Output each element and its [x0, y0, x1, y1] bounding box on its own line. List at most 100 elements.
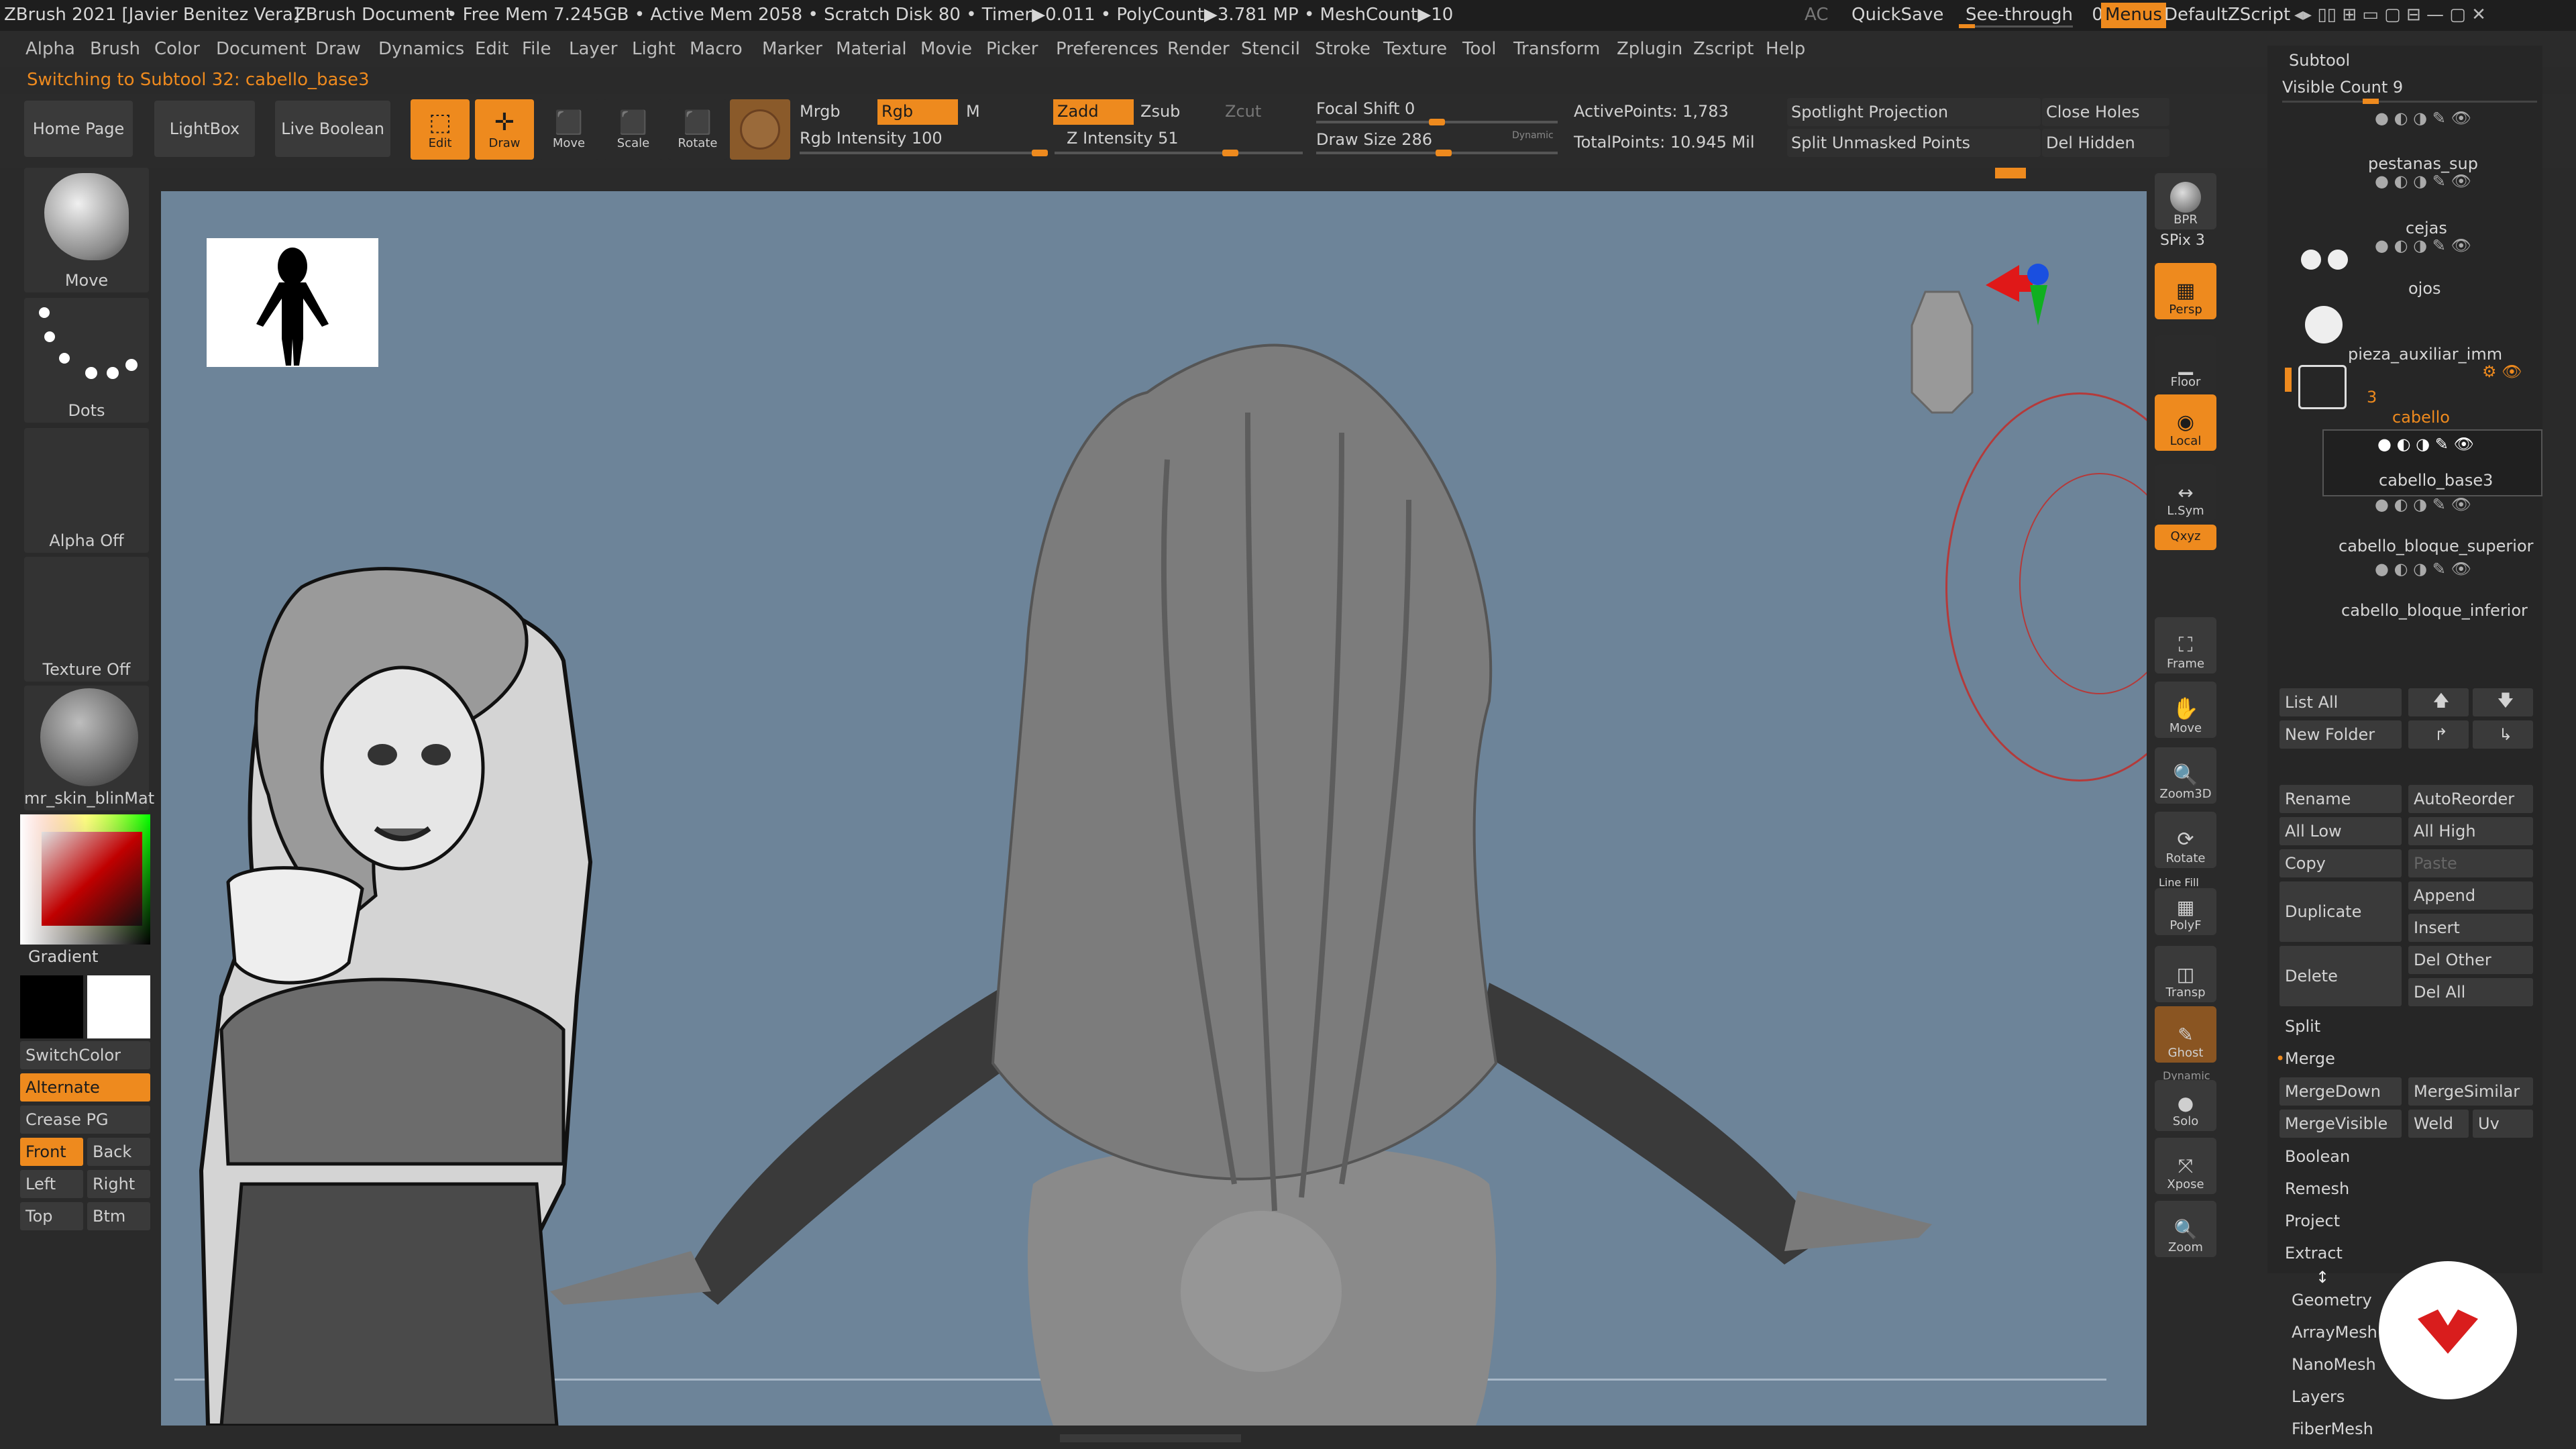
edit-button[interactable]: ⬚ Edit [411, 99, 470, 160]
subtool-item-pieza-auxiliar[interactable]: pieza_auxiliar_imm [2274, 301, 2542, 365]
ac-label[interactable]: AC [1805, 5, 1828, 25]
secondary-color-swatch[interactable] [87, 975, 150, 1038]
menu-preferences[interactable]: Preferences [1056, 39, 1159, 59]
menu-zscript[interactable]: Zscript [1693, 39, 1754, 59]
menu-transform[interactable]: Transform [1513, 39, 1600, 59]
draw-size-slider[interactable] [1316, 150, 1558, 156]
local-button[interactable]: ◉ Local [2155, 394, 2216, 451]
subtool-item-ojos[interactable]: ojos ● ◐ ◑ ✎ 👁 [2274, 236, 2542, 301]
color-picker[interactable] [20, 814, 150, 945]
window-controls-icon[interactable]: ◂▸ ▯▯ ⊞ ▭ ▢ ⊟ — ▢ ✕ [2294, 5, 2486, 25]
material-swatch-button[interactable] [730, 99, 790, 160]
zcut-toggle[interactable]: Zcut [1225, 102, 1261, 121]
uv-button[interactable]: Uv [2473, 1110, 2533, 1138]
home-page-button[interactable]: Home Page [24, 101, 133, 157]
menu-file[interactable]: File [522, 39, 551, 59]
alpha-selector[interactable]: Alpha Off [24, 428, 149, 553]
crease-pg-button[interactable]: Crease PG [20, 1106, 150, 1134]
ghost-button[interactable]: ✎ Ghost [2155, 1006, 2216, 1063]
autoreorder-button[interactable]: AutoReorder [2408, 785, 2533, 813]
xpose-button[interactable]: ⤧ Xpose [2155, 1138, 2216, 1194]
mergedown-button[interactable]: MergeDown [2279, 1077, 2402, 1106]
arraymesh-menu[interactable]: ArrayMesh [2292, 1323, 2377, 1342]
see-through-track[interactable] [1959, 24, 2073, 28]
back-button[interactable]: Back [87, 1138, 150, 1166]
subtool-item-cejas[interactable]: cejas ● ◐ ◑ ✎ 👁 [2274, 172, 2542, 237]
folder-gear-icon[interactable]: ⚙ 👁 [2482, 362, 2522, 381]
subtool-item-cabello-bloque-superior[interactable]: cabello_bloque_superior ● ◐ ◑ ✎ 👁 [2274, 494, 2542, 558]
layers-menu[interactable]: Layers [2292, 1387, 2345, 1406]
delete-button[interactable]: Delete [2279, 946, 2402, 1006]
frame-button[interactable]: ⛶ Frame [2155, 617, 2216, 674]
menu-alpha[interactable]: Alpha [25, 39, 75, 59]
visible-count-slider[interactable] [2282, 99, 2537, 104]
visibility-eye-icon[interactable]: ● ◐ ◑ ✎ 👁 [2375, 109, 2471, 127]
visibility-eye-icon[interactable]: ● ◐ ◑ ✎ 👁 [2375, 236, 2471, 255]
zsub-toggle[interactable]: Zsub [1140, 102, 1180, 121]
menu-movie[interactable]: Movie [920, 39, 972, 59]
del-hidden-button[interactable]: Del Hidden [2042, 129, 2169, 157]
menus-button[interactable]: Menus [2101, 3, 2166, 28]
move-up-icon[interactable]: ↱ [2408, 720, 2469, 749]
boolean-section[interactable]: Boolean [2285, 1147, 2350, 1166]
alternate-button[interactable]: Alternate [20, 1073, 150, 1102]
xyz-button[interactable]: Qxyz [2155, 525, 2216, 550]
lightbox-button[interactable]: LightBox [154, 101, 255, 157]
append-button[interactable]: Append [2408, 881, 2533, 910]
copy-button[interactable]: Copy [2279, 849, 2402, 877]
focal-shift-slider[interactable] [1316, 119, 1558, 125]
menu-macro[interactable]: Macro [690, 39, 743, 59]
arrow-up-icon[interactable]: 🡅 [2408, 688, 2469, 716]
project-section[interactable]: Project [2285, 1212, 2340, 1230]
rotate-button[interactable]: ⬛ Rotate [668, 99, 727, 160]
visibility-eye-icon[interactable]: ● ◐ ◑ ✎ 👁 [2375, 172, 2471, 191]
close-holes-button[interactable]: Close Holes [2042, 98, 2169, 126]
menu-marker[interactable]: Marker [762, 39, 822, 59]
live-boolean-button[interactable]: Live Boolean [275, 101, 390, 157]
move-view-button[interactable]: ✋ Move [2155, 682, 2216, 738]
menu-render[interactable]: Render [1167, 39, 1230, 59]
split-unmasked-points-button[interactable]: Split Unmasked Points [1787, 129, 2041, 157]
front-button[interactable]: Front [20, 1138, 83, 1166]
menu-picker[interactable]: Picker [986, 39, 1038, 59]
menu-zplugin[interactable]: Zplugin [1617, 39, 1682, 59]
zadd-toggle[interactable]: Zadd [1053, 99, 1134, 125]
right-button[interactable]: Right [87, 1170, 150, 1198]
mergesimilar-button[interactable]: MergeSimilar [2408, 1077, 2533, 1106]
rename-button[interactable]: Rename [2279, 785, 2402, 813]
extract-section[interactable]: Extract [2285, 1244, 2343, 1263]
mergevisible-button[interactable]: MergeVisible [2279, 1110, 2402, 1138]
move-down-icon[interactable]: ↳ [2473, 720, 2533, 749]
folder-icon[interactable] [2298, 365, 2347, 409]
fibermesh-menu[interactable]: FiberMesh [2292, 1419, 2373, 1438]
canvas-scroll-handle[interactable] [1060, 1434, 1241, 1442]
weld-button[interactable]: Weld [2408, 1110, 2469, 1138]
lsym-button[interactable]: ↔ L.Sym [2155, 464, 2216, 521]
menu-color[interactable]: Color [154, 39, 200, 59]
menu-document[interactable]: Document [216, 39, 307, 59]
rotate-view-button[interactable]: ⟳ Rotate [2155, 812, 2216, 868]
visibility-eye-icon[interactable]: ● ◐ ◑ ✎ 👁 [2375, 495, 2471, 514]
z-intensity-slider[interactable] [1055, 150, 1303, 156]
top-button[interactable]: Top [20, 1202, 83, 1230]
menu-edit[interactable]: Edit [475, 39, 508, 59]
spotlight-projection-button[interactable]: Spotlight Projection [1787, 98, 2041, 126]
visibility-eye-icon[interactable]: ● ◐ ◑ ✎ 👁 [2375, 559, 2471, 578]
menu-material[interactable]: Material [836, 39, 907, 59]
see-through-slider[interactable]: See-through 0 [1966, 5, 2103, 25]
menu-texture[interactable]: Texture [1383, 39, 1447, 59]
dynamic-toggle[interactable]: Dynamic [1512, 130, 1554, 141]
menu-stencil[interactable]: Stencil [1241, 39, 1300, 59]
menu-brush[interactable]: Brush [90, 39, 140, 59]
merge-section[interactable]: Merge [2285, 1049, 2335, 1068]
visibility-eye-icon[interactable]: ● ◐ ◑ ✎ 👁 [2377, 435, 2474, 453]
floor-button[interactable]: ▁ Floor [2155, 335, 2216, 392]
scale-button[interactable]: ⬛ Scale [604, 99, 663, 160]
spix-readout[interactable]: SPix 3 [2160, 232, 2205, 249]
nanomesh-menu[interactable]: NanoMesh [2292, 1355, 2376, 1374]
subtool-item-pestanas-sup[interactable]: pestanas_sup ● ◐ ◑ ✎ 👁 [2274, 107, 2542, 173]
switchcolor-button[interactable]: SwitchColor [20, 1041, 150, 1069]
subtool-item-cabello-base3[interactable]: cabello_base3 ● ◐ ◑ ✎ 👁 [2322, 429, 2542, 496]
menu-light[interactable]: Light [632, 39, 676, 59]
del-all-button[interactable]: Del All [2408, 978, 2533, 1006]
